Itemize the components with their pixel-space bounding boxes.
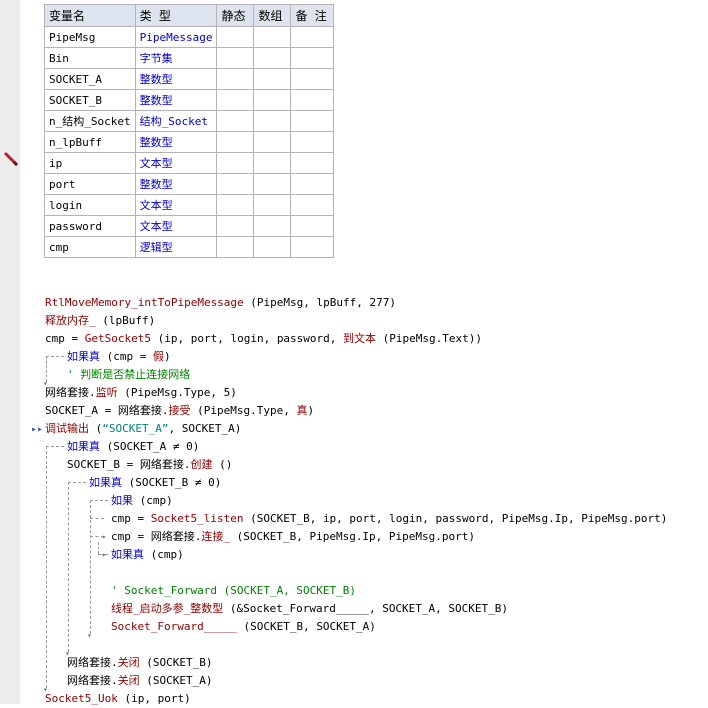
code-line[interactable]: ' Socket_Forward (SOCKET_A, SOCKET_B) xyxy=(111,582,356,600)
block-guide xyxy=(90,500,108,501)
condition: (cmp) xyxy=(144,548,184,561)
code-line[interactable]: cmp = Socket5_listen (SOCKET_B, ip, port… xyxy=(111,510,667,528)
condition: (cmp = xyxy=(100,350,153,363)
constant: 真 xyxy=(296,404,308,417)
code-line[interactable]: RtlMoveMemory_intToPipeMessage (PipeMsg,… xyxy=(45,294,396,312)
method-name: 关闭 xyxy=(117,674,140,687)
fold-arrow-icon: ▸ xyxy=(102,532,107,541)
call-args: (&Socket_Forward_____, SOCKET_A, SOCKET_… xyxy=(223,602,509,615)
string-literal: “SOCKET_A” xyxy=(102,422,169,435)
condition: (SOCKET_A ≠ 0) xyxy=(100,440,200,453)
condition: (cmp) xyxy=(133,494,173,507)
code-line[interactable]: 网络套接.关闭 (SOCKET_B) xyxy=(67,654,212,672)
assignment: SOCKET_B = 网络套接. xyxy=(67,458,191,471)
code-line[interactable]: 网络套接.监听 (PipeMsg.Type, 5) xyxy=(45,384,237,402)
fold-arrow-icon: ▸ xyxy=(102,550,107,559)
method-name: 监听 xyxy=(95,386,118,399)
call-args: (SOCKET_B, PipeMsg.Ip, PipeMsg.port) xyxy=(229,530,476,543)
function-name: RtlMoveMemory_intToPipeMessage xyxy=(45,296,244,309)
keyword: 如果真 xyxy=(67,350,100,363)
call-args: (lpBuff) xyxy=(95,314,156,327)
keyword: 如果 xyxy=(111,494,133,507)
call-args: (PipeMsg.Type, 5) xyxy=(117,386,237,399)
code-line[interactable]: 如果真 (cmp) xyxy=(111,546,184,564)
condition: (SOCKET_B ≠ 0) xyxy=(122,476,222,489)
object: 网络套接. xyxy=(67,674,118,687)
call-args: (PipeMsg.Text)) xyxy=(376,332,483,345)
call-args: () xyxy=(212,458,233,471)
call-args: (ip, port, login, password, xyxy=(150,332,344,345)
code-line[interactable]: 如果 (cmp) xyxy=(111,492,173,510)
code-line[interactable]: Socket_Forward_____ (SOCKET_B, SOCKET_A) xyxy=(111,618,376,636)
condition: ) xyxy=(163,350,171,363)
object: 网络套接. xyxy=(45,386,96,399)
code-line[interactable]: SOCKET_B = 网络套接.创建 () xyxy=(67,456,232,474)
fold-arrow-icon: ▾ xyxy=(87,631,92,640)
block-guide xyxy=(68,482,86,483)
function-name: 释放内存_ xyxy=(45,314,96,327)
assignment: cmp = 网络套接. xyxy=(111,530,202,543)
code-line[interactable]: 如果真 (SOCKET_A ≠ 0) xyxy=(67,438,199,456)
block-guide xyxy=(68,482,69,652)
function-name: Socket_Forward_____ xyxy=(111,620,237,633)
code-line[interactable]: 如果真 (SOCKET_B ≠ 0) xyxy=(89,474,221,492)
comment: ' 判断是否禁止连接网络 xyxy=(67,368,191,381)
function-name: Socket5_Uok xyxy=(45,692,118,705)
keyword: 如果真 xyxy=(89,476,122,489)
block-guide xyxy=(98,542,99,554)
code-line[interactable]: Socket5_Uok (ip, port) xyxy=(45,690,191,708)
block-guide xyxy=(90,518,104,519)
code-line[interactable]: ' 判断是否禁止连接网络 xyxy=(67,366,190,384)
assignment: SOCKET_A = 网络套接. xyxy=(45,404,169,417)
function-name: 到文本 xyxy=(343,332,377,345)
keyword: 如果真 xyxy=(111,548,144,561)
function-name: Socket5_listen xyxy=(150,512,244,525)
code-line[interactable]: 如果真 (cmp = 假) xyxy=(67,348,171,366)
code-line[interactable]: 网络套接.关闭 (SOCKET_A) xyxy=(67,672,212,690)
keyword: 如果真 xyxy=(67,440,100,453)
call-args: (SOCKET_B) xyxy=(139,656,213,669)
code-line[interactable]: 调试输出 (“SOCKET_A”, SOCKET_A) xyxy=(45,420,241,438)
call-args: (SOCKET_B, SOCKET_A) xyxy=(236,620,376,633)
assignment: cmp = xyxy=(45,332,85,345)
object: 网络套接. xyxy=(67,656,118,669)
function-name: 调试输出 xyxy=(45,422,89,435)
constant: 假 xyxy=(152,350,164,363)
block-guide xyxy=(46,446,47,688)
code-editor[interactable]: ▾ ▾ ▾ ▸ ▸ ▾ ▸▸ RtlMoveMemory_intToPipeMe… xyxy=(0,0,708,705)
function-name: 线程_启动多参_整数型 xyxy=(111,602,224,615)
call-args: ) xyxy=(307,404,315,417)
code-line[interactable]: 释放内存_ (lpBuff) xyxy=(45,312,155,330)
call-args: ( xyxy=(89,422,103,435)
block-guide xyxy=(46,446,64,447)
comment: ' Socket_Forward (SOCKET_A, SOCKET_B) xyxy=(111,584,357,597)
function-name: GetSocket5 xyxy=(84,332,151,345)
method-name: 连接_ xyxy=(201,530,230,543)
code-line[interactable]: SOCKET_A = 网络套接.接受 (PipeMsg.Type, 真) xyxy=(45,402,314,420)
call-args: (SOCKET_B, ip, port, login, password, Pi… xyxy=(243,512,668,525)
call-args: (ip, port) xyxy=(117,692,191,705)
call-args: , SOCKET_A) xyxy=(168,422,242,435)
breakpoint-arrow-icon[interactable]: ▸▸ xyxy=(31,424,43,435)
code-line[interactable]: cmp = GetSocket5 (ip, port, login, passw… xyxy=(45,330,482,348)
call-args: (PipeMsg, lpBuff, 277) xyxy=(243,296,397,309)
code-line[interactable]: 线程_启动多参_整数型 (&Socket_Forward_____, SOCKE… xyxy=(111,600,508,618)
method-name: 创建 xyxy=(190,458,213,471)
method-name: 关闭 xyxy=(117,656,140,669)
call-args: (SOCKET_A) xyxy=(139,674,213,687)
method-name: 接受 xyxy=(168,404,191,417)
code-line[interactable]: cmp = 网络套接.连接_ (SOCKET_B, PipeMsg.Ip, Pi… xyxy=(111,528,475,546)
block-guide xyxy=(90,500,91,634)
assignment: cmp = xyxy=(111,512,151,525)
call-args: (PipeMsg.Type, xyxy=(190,404,297,417)
block-guide xyxy=(46,356,64,357)
